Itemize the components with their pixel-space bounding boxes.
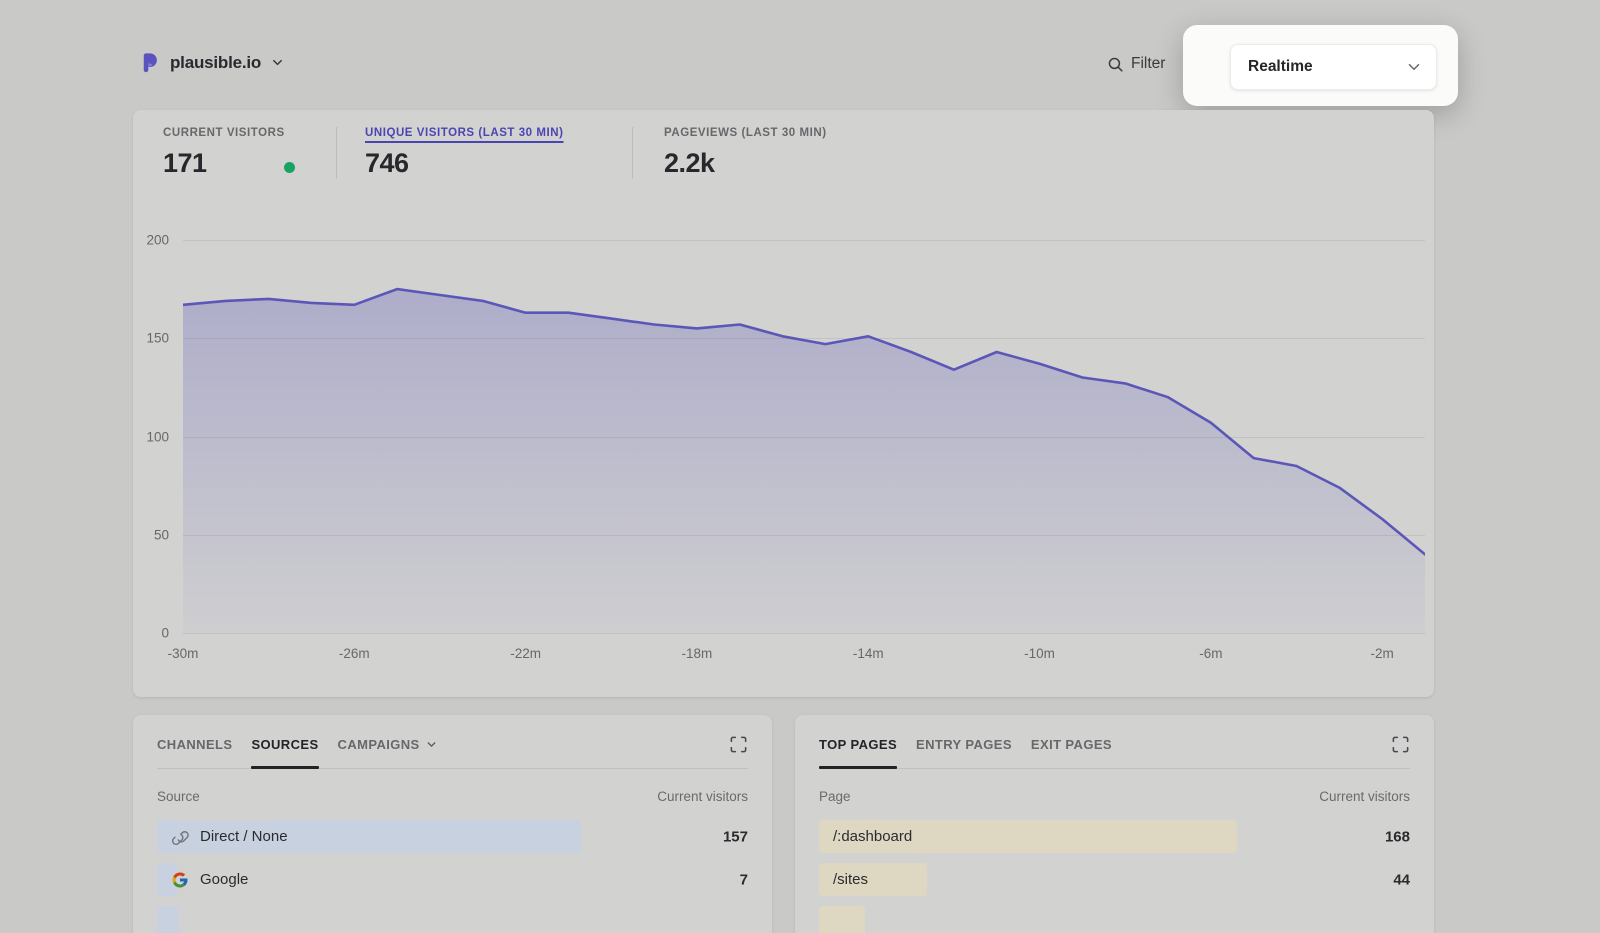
row-label: Google [200,871,248,888]
table-row[interactable] [157,906,748,933]
y-axis-label: 100 [146,429,169,444]
tab-campaigns[interactable]: CAMPAIGNS [338,737,438,768]
tab-entry-pages[interactable]: ENTRY PAGES [916,737,1012,768]
expand-icon [1391,735,1410,754]
tab-label: CAMPAIGNS [338,737,420,752]
table-row[interactable]: Google 7 [157,863,748,896]
x-axis-label: -6m [1199,646,1222,661]
stat-current-visitors[interactable]: CURRENT VISITORS 171 [163,127,336,179]
row-content [157,906,748,933]
sources-tabs: CHANNELS SOURCES CAMPAIGNS [157,737,748,769]
stat-value: 746 [365,148,409,179]
search-icon [1107,56,1124,73]
column-header-current-visitors: Current visitors [1319,789,1410,804]
expand-icon [729,735,748,754]
table-row[interactable]: /sites 44 [819,863,1410,896]
stat-value: 2.2k [664,148,715,179]
pages-tabs: TOP PAGES ENTRY PAGES EXIT PAGES [819,737,1410,769]
table-row[interactable] [819,906,1410,933]
stat-unique-visitors[interactable]: UNIQUE VISITORS (LAST 30 MIN) 746 [336,127,632,179]
link-icon [171,828,189,846]
pages-card: TOP PAGES ENTRY PAGES EXIT PAGES Page Curr… [795,715,1434,933]
period-selector-button[interactable]: Realtime [1230,44,1437,90]
tab-exit-pages[interactable]: EXIT PAGES [1031,737,1112,768]
site-picker[interactable]: plausible.io [140,52,285,73]
site-name: plausible.io [170,53,261,73]
row-content: Google [157,863,748,896]
stat-label: CURRENT VISITORS [163,127,336,139]
tab-label: TOP PAGES [819,737,897,752]
row-value: 7 [740,871,748,888]
x-axis-label: -14m [853,646,884,661]
row-content: /:dashboard [819,820,1410,853]
tab-channels[interactable]: CHANNELS [157,737,232,768]
top-stats: CURRENT VISITORS 171 UNIQUE VISITORS (LA… [163,127,1404,179]
row-label: /sites [833,871,868,888]
stat-label: PAGEVIEWS (LAST 30 MIN) [664,127,827,139]
filter-button[interactable]: Filter [1107,55,1165,73]
tab-top-pages[interactable]: TOP PAGES [819,737,897,768]
realtime-spotlight: Realtime [1183,25,1458,106]
expand-card-button[interactable] [729,735,748,754]
stat-value: 171 [163,148,207,179]
google-icon [171,871,189,889]
table-row[interactable]: /:dashboard 168 [819,820,1410,853]
pages-rows: /:dashboard 168/sites 44 [819,820,1410,933]
y-axis-label: 150 [146,331,169,346]
tab-label: SOURCES [251,737,318,752]
x-axis-label: -22m [510,646,541,661]
column-header-source: Source [157,789,200,804]
period-selector-value: Realtime [1248,58,1313,76]
y-axis-label: 200 [146,233,169,248]
x-axis-label: -2m [1371,646,1394,661]
filter-label: Filter [1131,55,1165,73]
stat-label: UNIQUE VISITORS (LAST 30 MIN) [365,127,632,139]
x-axis-label: -18m [682,646,713,661]
stat-pageviews[interactable]: PAGEVIEWS (LAST 30 MIN) 2.2k [632,127,827,179]
x-axis-label: -10m [1024,646,1055,661]
column-header-page: Page [819,789,851,804]
gridline [183,633,1425,634]
row-content [819,906,1410,933]
row-value: 44 [1393,871,1410,888]
row-value: 168 [1385,828,1410,845]
tab-label: ENTRY PAGES [916,737,1012,752]
chevron-down-icon [425,738,438,751]
visitors-graph-card: CURRENT VISITORS 171 UNIQUE VISITORS (LA… [133,110,1434,697]
sources-card: CHANNELS SOURCES CAMPAIGNS Source Current … [133,715,772,933]
row-label: Direct / None [200,828,288,845]
chevron-down-icon [1405,58,1423,76]
plausible-logo-icon [140,52,161,73]
sources-rows: Direct / None 157 Google 7 [157,820,748,933]
column-header-current-visitors: Current visitors [657,789,748,804]
row-value: 157 [723,828,748,845]
visitors-line-chart: 050100150200-30m-26m-22m-18m-14m-10m-6m-… [183,240,1425,633]
y-axis-label: 0 [161,626,169,641]
chevron-down-icon [270,55,285,70]
row-label: /:dashboard [833,828,912,845]
x-axis-label: -30m [168,646,199,661]
y-axis-label: 50 [154,527,169,542]
table-row[interactable]: Direct / None 157 [157,820,748,853]
row-content: Direct / None [157,820,748,853]
chart-canvas [183,240,1425,633]
tab-label: EXIT PAGES [1031,737,1112,752]
x-axis-label: -26m [339,646,370,661]
tab-sources[interactable]: SOURCES [251,737,318,768]
expand-card-button[interactable] [1391,735,1410,754]
tab-label: CHANNELS [157,737,232,752]
row-content: /sites [819,863,1410,896]
live-indicator-dot [284,162,295,173]
